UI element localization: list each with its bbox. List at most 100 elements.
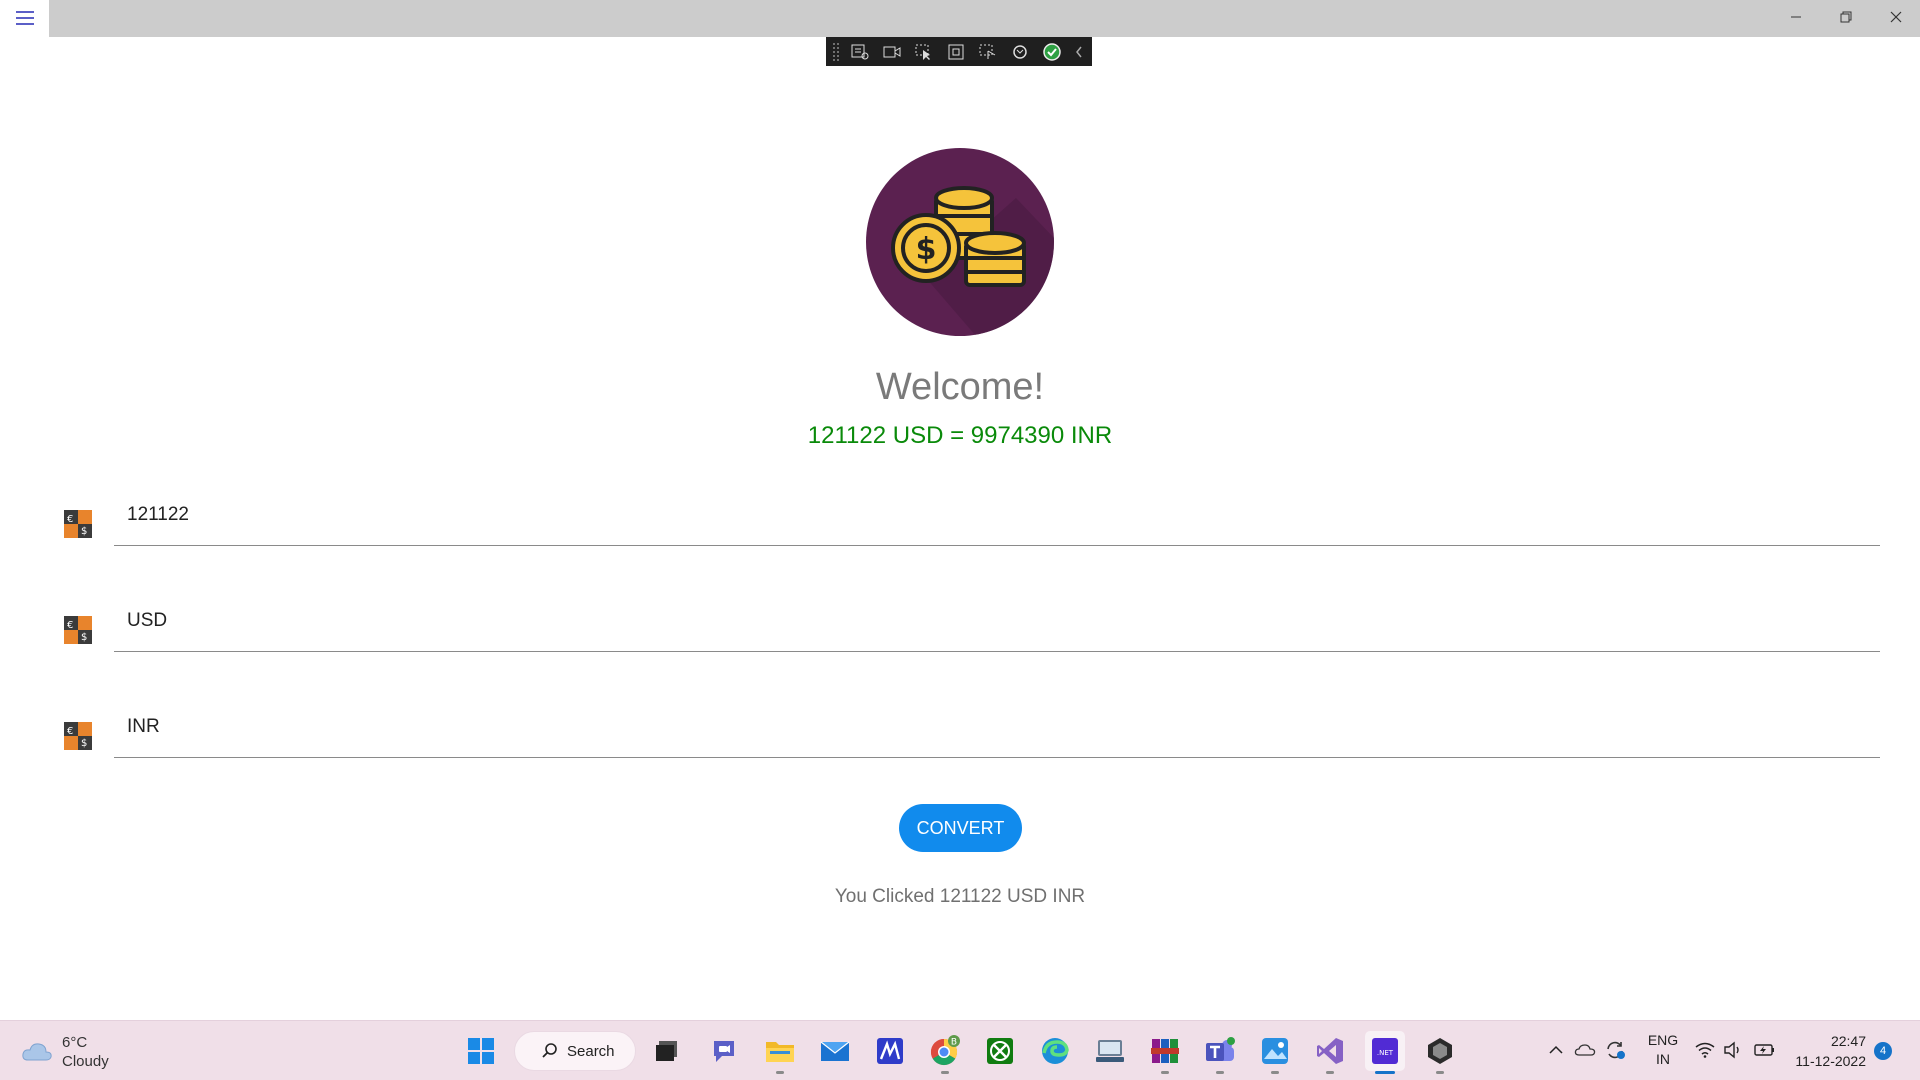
dotnet-app-button[interactable]: .NET	[1365, 1031, 1405, 1074]
search-label: Search	[567, 1042, 615, 1060]
file-explorer-icon	[766, 1042, 794, 1062]
currency-exchange-icon: €$	[64, 616, 92, 644]
svg-text:€: €	[67, 726, 73, 737]
chrome-button[interactable]: B	[925, 1031, 965, 1074]
from-currency-input[interactable]	[127, 610, 1827, 632]
dotnet-label: .NET	[1377, 1049, 1394, 1057]
language-code: ENG	[1647, 1032, 1679, 1048]
restore-button[interactable]	[1822, 0, 1870, 34]
svg-text:$: $	[81, 738, 87, 749]
amount-input[interactable]	[127, 504, 1827, 526]
taskbar-search[interactable]: Search	[514, 1031, 636, 1071]
minimize-button[interactable]	[1772, 0, 1820, 34]
clock-date: 11-12-2022	[1795, 1053, 1866, 1069]
chat-button[interactable]	[704, 1031, 744, 1071]
language-indicator[interactable]: ENG IN	[1642, 1031, 1684, 1069]
task-view-button[interactable]	[647, 1031, 687, 1071]
edit-app-icon	[877, 1038, 903, 1064]
toolbar-grip-icon[interactable]	[832, 42, 840, 61]
edit-app-button[interactable]	[870, 1031, 910, 1071]
hamburger-icon[interactable]	[12, 8, 38, 30]
welcome-heading: Welcome!	[875, 366, 1045, 408]
volume-tray-button[interactable]	[1720, 1035, 1746, 1065]
chevron-left-icon	[1076, 46, 1082, 57]
from-currency-field[interactable]	[114, 596, 1880, 652]
teams-button[interactable]	[1200, 1031, 1240, 1074]
focus-icon	[979, 44, 996, 59]
clock[interactable]: 22:47 11-12-2022	[1786, 1031, 1866, 1071]
file-explorer-button[interactable]	[760, 1031, 800, 1074]
xaml-debug-toolbar	[826, 37, 1092, 66]
visual-studio-icon	[1317, 1038, 1343, 1064]
network-tool-icon	[1096, 1040, 1124, 1062]
svg-text:$: $	[81, 526, 87, 537]
amount-field[interactable]	[114, 490, 1880, 546]
chat-icon	[714, 1041, 734, 1062]
coins-logo: $	[866, 148, 1054, 336]
svg-text:€: €	[67, 514, 73, 525]
teams-icon	[1206, 1037, 1235, 1061]
mail-button[interactable]	[815, 1031, 855, 1071]
battery-tray-button[interactable]	[1750, 1035, 1778, 1065]
conversion-result: 121122 USD = 9974390 INR	[807, 422, 1113, 449]
photos-button[interactable]	[1255, 1031, 1295, 1074]
title-bar-drag-area[interactable]	[49, 0, 1920, 37]
clicked-status-text: You Clicked 121122 USD INR	[834, 886, 1086, 907]
cloud-icon	[22, 1043, 52, 1061]
track-focus-button[interactable]	[976, 41, 1000, 63]
hot-reload-icon	[1013, 44, 1027, 59]
select-element-button[interactable]	[912, 41, 936, 63]
visual-studio-button[interactable]	[1310, 1031, 1350, 1074]
show-hidden-icons-button[interactable]	[1544, 1035, 1568, 1065]
hot-reload-button[interactable]	[1008, 41, 1032, 63]
hot-reload-status-button[interactable]	[1040, 41, 1064, 63]
svg-text:$: $	[916, 232, 937, 267]
display-adorners-button[interactable]	[944, 41, 968, 63]
photos-icon	[1262, 1038, 1288, 1064]
task-view-icon	[656, 1041, 677, 1061]
currency-exchange-icon: €$	[64, 722, 92, 750]
mail-icon	[820, 1041, 850, 1061]
chevron-up-icon	[1549, 1045, 1563, 1054]
title-bar	[0, 0, 1920, 37]
wifi-tray-button[interactable]	[1692, 1035, 1718, 1065]
search-icon	[542, 1043, 557, 1058]
xbox-button[interactable]	[980, 1031, 1020, 1071]
edge-icon	[1042, 1038, 1069, 1064]
onedrive-tray-button[interactable]	[1572, 1035, 1598, 1065]
convert-button[interactable]: CONVERT	[899, 804, 1022, 852]
taskbar: 6°C Cloudy Search B .NET ENG IN 22:47 11…	[0, 1020, 1920, 1080]
edge-button[interactable]	[1035, 1031, 1075, 1071]
dotnet-app-icon: .NET	[1372, 1038, 1398, 1064]
close-button[interactable]	[1872, 0, 1920, 34]
winrar-icon	[1151, 1039, 1179, 1063]
collapse-toolbar-button[interactable]	[1072, 41, 1086, 63]
network-tool-button[interactable]	[1090, 1031, 1130, 1071]
sync-icon	[1607, 1041, 1625, 1059]
visual-tree-icon	[851, 44, 869, 59]
weather-description: Cloudy	[62, 1053, 109, 1070]
notification-badge[interactable]: 4	[1874, 1042, 1892, 1060]
volume-icon	[1724, 1041, 1739, 1059]
restore-icon	[1840, 11, 1852, 23]
svg-text:$: $	[81, 632, 87, 643]
winrar-button[interactable]	[1145, 1031, 1185, 1074]
weather-widget[interactable]: 6°C Cloudy	[20, 1031, 140, 1073]
to-currency-field[interactable]	[114, 702, 1880, 758]
coins-icon: $	[891, 186, 1054, 336]
start-button[interactable]	[461, 1031, 501, 1071]
live-visual-tree-button[interactable]	[848, 41, 872, 63]
battery-charging-icon	[1754, 1044, 1774, 1056]
adorner-icon	[948, 44, 964, 59]
language-region: IN	[1656, 1051, 1670, 1067]
unity-button[interactable]	[1420, 1031, 1460, 1074]
chrome-profile-badge: B	[951, 1038, 957, 1048]
sync-tray-button[interactable]	[1602, 1035, 1628, 1065]
camera-icon	[883, 46, 901, 57]
unity-icon	[1428, 1038, 1452, 1064]
start-icon	[468, 1038, 494, 1064]
wifi-icon	[1695, 1042, 1715, 1058]
clock-time: 22:47	[1830, 1033, 1866, 1049]
to-currency-input[interactable]	[127, 716, 1827, 738]
record-button[interactable]	[880, 41, 904, 63]
